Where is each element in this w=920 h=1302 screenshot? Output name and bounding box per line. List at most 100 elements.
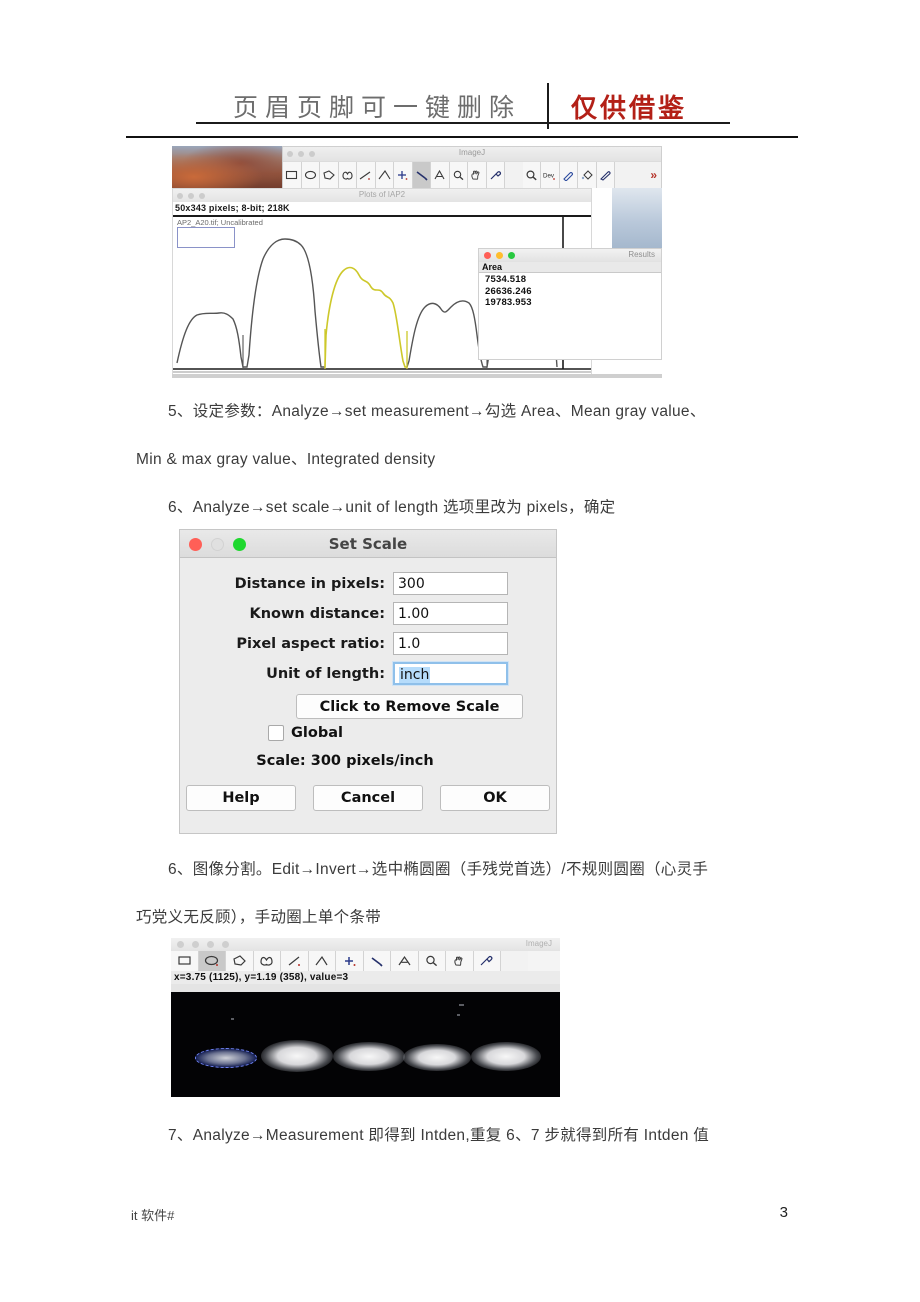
set-scale-dialog: Set Scale Distance in pixels: 300 Known … [179, 529, 557, 834]
gel-toolbar-overflow [501, 951, 528, 971]
gel-speck [457, 1014, 460, 1016]
polygon-tool-icon[interactable] [226, 951, 254, 971]
line-tool-icon[interactable] [281, 951, 309, 971]
toolbar-separator-1 [505, 162, 523, 188]
plots-window-title: Plots of IAP2 [358, 190, 406, 199]
text-tool-icon[interactable] [391, 951, 419, 971]
rectangle-tool-icon[interactable] [283, 162, 302, 188]
remove-scale-button[interactable]: Click to Remove Scale [296, 694, 523, 719]
gel-speck [231, 1018, 234, 1020]
scale-summary-text: Scale: 300 pixels/inch [256, 753, 434, 769]
pixel-aspect-ratio-row: Pixel aspect ratio: 1.0 [180, 632, 556, 655]
results-window-controls[interactable] [484, 252, 515, 259]
dev-tool-icon[interactable]: Dev [541, 162, 560, 188]
gel-band [471, 1042, 541, 1071]
results-window-title: Results [628, 250, 655, 259]
oval-tool-icon[interactable] [198, 951, 226, 971]
desktop-wallpaper-thumbnail [172, 146, 282, 190]
rectangle-tool-icon[interactable] [171, 951, 199, 971]
known-distance-label: Known distance: [249, 605, 385, 622]
wand-tool-icon[interactable] [412, 162, 432, 188]
angle-tool-icon[interactable] [308, 951, 336, 971]
text-tool-icon[interactable] [431, 162, 450, 188]
distance-in-pixels-value: 300 [398, 576, 425, 592]
distance-in-pixels-input[interactable]: 300 [393, 572, 508, 595]
gel-titlebar: ImageJ [171, 938, 560, 951]
global-checkbox-row[interactable]: Global [268, 725, 556, 741]
toolbar-separator-3 [632, 162, 651, 188]
known-distance-value: 1.00 [398, 606, 430, 622]
point-tool-icon[interactable] [336, 951, 364, 971]
gel-electrophoresis-image[interactable] [171, 992, 560, 1097]
line-tool-icon[interactable] [357, 162, 376, 188]
results-window: Results Area 7534.518 26636.246 19783.95… [478, 248, 662, 360]
footer-left-text: it 软件# [131, 1208, 175, 1223]
watermark-right-text: 仅供借鉴 [571, 93, 688, 124]
gel-screenshot: ImageJ x=3.75 (1125), y=1.19 (358), valu… [171, 938, 560, 1101]
header-rule [126, 136, 798, 138]
magnifier-tool-icon[interactable] [449, 162, 469, 188]
unit-of-length-label: Unit of length: [266, 665, 385, 682]
gel-window-controls[interactable] [177, 941, 229, 948]
polygon-tool-icon[interactable] [320, 162, 339, 188]
pixel-aspect-ratio-label: Pixel aspect ratio: [236, 635, 385, 652]
gel-window-title: ImageJ [525, 939, 552, 948]
freehand-tool-icon[interactable] [253, 951, 281, 971]
imagej-screenshot: ImageJ Dev » Plots of IAP2 50x343 pixels… [172, 146, 662, 378]
oval-tool-icon[interactable] [301, 162, 321, 188]
hand-tool-icon[interactable] [468, 162, 487, 188]
step6-split-line1: 6、图像分割。Edit→Invert→选中椭圆圈（手残党首选）/不规则圆圈（心灵… [168, 861, 709, 878]
set-scale-titlebar: Set Scale [180, 530, 556, 558]
step6-split-line2: 巧党义无反顾），手动圈上单个条带 [136, 909, 382, 926]
set-scale-title: Set Scale [328, 534, 408, 553]
set-scale-button-row: Help Cancel OK [180, 785, 556, 811]
toolbar-overflow-icon[interactable]: » [650, 162, 661, 188]
pixel-aspect-ratio-value: 1.0 [398, 636, 421, 652]
results-column-header: Area [479, 262, 661, 273]
watermark-underline [196, 122, 730, 124]
watermark-left-text: 页眉页脚可一键删除 [232, 93, 521, 122]
freehand-tool-icon[interactable] [338, 162, 358, 188]
unit-of-length-input[interactable]: inch [393, 662, 508, 685]
step5-line1: 5、设定参数：Analyze→set measurement→勾选 Area、M… [168, 403, 706, 420]
gel-toolbar[interactable] [171, 951, 560, 971]
gel-spacer [171, 984, 560, 992]
dropper-tool-icon[interactable] [473, 951, 501, 971]
spray-tool-icon[interactable] [596, 162, 616, 188]
step7-line: 7、Analyze→Measurement 即得到 Intden,重复 6、7 … [168, 1127, 710, 1144]
imagej-toolbar[interactable]: Dev » [283, 162, 661, 188]
gel-band [261, 1040, 333, 1072]
distance-in-pixels-row: Distance in pixels: 300 [180, 572, 556, 595]
pixel-aspect-ratio-input[interactable]: 1.0 [393, 632, 508, 655]
gel-band [333, 1042, 405, 1071]
unit-of-length-row: Unit of length: inch [180, 662, 556, 685]
table-row: 19783.953 [485, 297, 532, 308]
results-titlebar: Results [479, 249, 661, 262]
plots-titlebar: Plots of IAP2 [173, 189, 591, 202]
gel-speck [459, 1004, 464, 1006]
screenshot-bottom-strip [172, 374, 662, 378]
step5-line2: Min & max gray value、Integrated density [136, 451, 436, 468]
flood-fill-tool-icon[interactable] [578, 162, 597, 188]
toolbar-separator-2 [615, 162, 633, 188]
set-scale-body: Distance in pixels: 300 Known distance: … [180, 558, 556, 811]
magnifier-tool-icon[interactable] [418, 951, 446, 971]
angle-tool-icon[interactable] [375, 162, 395, 188]
maximize-icon [508, 252, 515, 259]
zoom-tool-icon[interactable] [522, 162, 542, 188]
selected-band-roi[interactable] [195, 1048, 257, 1068]
step6-scale-line: 6、Analyze→set scale→unit of length 选项里改为… [168, 499, 616, 516]
known-distance-input[interactable]: 1.00 [393, 602, 508, 625]
global-checkbox[interactable] [268, 725, 284, 741]
dropper-tool-icon[interactable] [486, 162, 506, 188]
hand-tool-icon[interactable] [446, 951, 474, 971]
side-gradient-panel [612, 188, 662, 256]
brush-tool-icon[interactable] [559, 162, 579, 188]
table-row: 26636.246 [485, 285, 532, 297]
wand-tool-icon[interactable] [363, 951, 391, 971]
point-tool-icon[interactable] [394, 162, 413, 188]
cancel-button[interactable]: Cancel [313, 785, 423, 811]
ok-button[interactable]: OK [440, 785, 550, 811]
help-button[interactable]: Help [186, 785, 296, 811]
imagej-main-window: ImageJ Dev » [282, 146, 662, 188]
